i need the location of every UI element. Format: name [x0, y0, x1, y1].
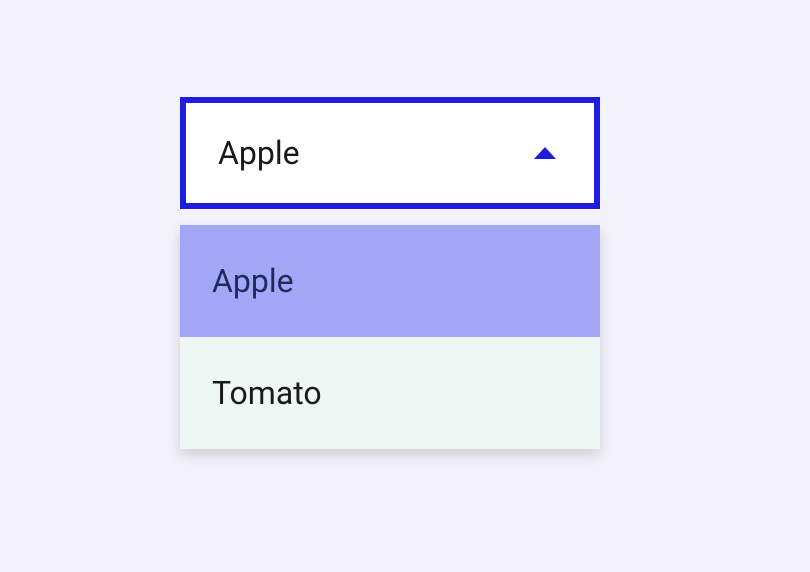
dropdown-option-tomato[interactable]: Tomato — [180, 337, 600, 449]
dropdown-option-label: Tomato — [212, 374, 322, 412]
dropdown-list: Apple Tomato — [180, 225, 600, 449]
dropdown-option-label: Apple — [212, 262, 294, 300]
dropdown-trigger[interactable]: Apple — [180, 97, 600, 209]
dropdown: Apple Apple Tomato — [180, 97, 600, 449]
dropdown-option-apple[interactable]: Apple — [180, 225, 600, 337]
dropdown-selected-value: Apple — [218, 134, 300, 172]
chevron-up-icon — [534, 147, 556, 159]
